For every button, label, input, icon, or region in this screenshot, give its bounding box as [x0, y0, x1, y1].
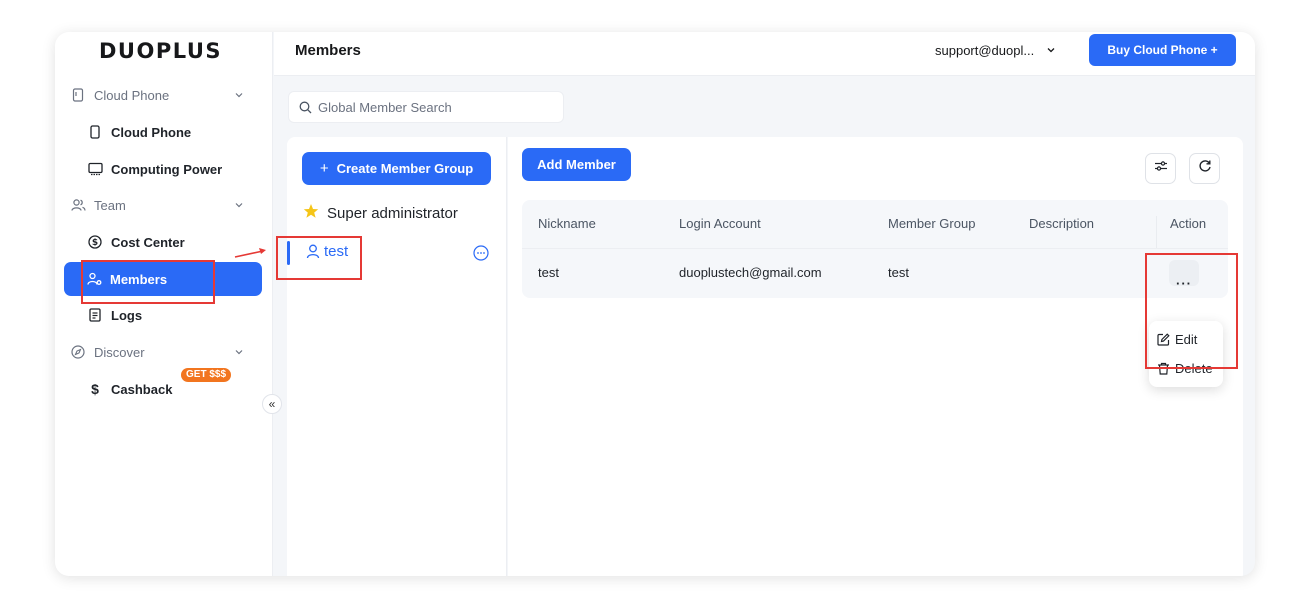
chevron-down-icon: [234, 88, 244, 103]
star-icon: [303, 203, 319, 223]
plus-icon: +: [319, 160, 329, 177]
account-dropdown[interactable]: support@duopl...: [935, 43, 1056, 58]
team-icon: [70, 197, 86, 213]
annotation-box-members: [81, 260, 215, 304]
chevron-down-icon: [234, 198, 244, 213]
member-group-panel: + Create Member Group Super administrato…: [287, 137, 507, 576]
compass-icon: [70, 344, 86, 360]
chevron-down-icon: [234, 345, 244, 360]
create-member-group-button[interactable]: + Create Member Group: [302, 152, 491, 185]
monitor-icon: [87, 161, 103, 177]
group-more-icon[interactable]: [473, 245, 489, 265]
members-panel: Add Member Nickname Login Account Member…: [508, 137, 1243, 576]
chevron-down-icon: [1046, 43, 1056, 58]
buy-cloud-phone-button[interactable]: Buy Cloud Phone +: [1089, 34, 1236, 66]
sidebar-item-computing-power[interactable]: Computing Power: [65, 152, 262, 186]
column-header-login-account: Login Account: [679, 216, 761, 231]
phone-icon: [87, 124, 103, 140]
search-icon: [299, 101, 312, 114]
app-window: DUOPLUS Cloud Phone Cloud Phone Computin…: [55, 32, 1255, 576]
sliders-icon: [1154, 159, 1168, 178]
column-header-member-group: Member Group: [888, 216, 976, 231]
add-member-button[interactable]: Add Member: [522, 148, 631, 181]
search-placeholder: Global Member Search: [318, 99, 452, 115]
column-settings-button[interactable]: [1145, 153, 1176, 184]
table-row: test duoplustech@gmail.com test ···: [522, 248, 1228, 298]
annotation-box-actions: [1145, 253, 1238, 369]
sidebar-group-cloud-phone[interactable]: Cloud Phone: [65, 78, 262, 112]
annotation-box-test-group: [276, 236, 362, 280]
annotation-arrow-icon: [234, 248, 266, 258]
phone-frame-icon: [70, 87, 86, 103]
cell-login-account: duoplustech@gmail.com: [679, 265, 822, 280]
column-header-action: Action: [1170, 216, 1207, 231]
double-chevron-left-icon: «: [268, 397, 276, 411]
sidebar-item-cloud-phone[interactable]: Cloud Phone: [65, 115, 262, 149]
duoplus-logo[interactable]: DUOPLUS: [99, 39, 222, 63]
svg-text:$: $: [92, 238, 98, 248]
global-member-search-input[interactable]: Global Member Search: [288, 91, 564, 123]
column-header-description: Description: [1029, 216, 1095, 231]
sidebar: DUOPLUS Cloud Phone Cloud Phone Computin…: [55, 32, 282, 576]
get-money-badge: GET $$$: [181, 368, 232, 382]
sidebar-item-cashback[interactable]: $ Cashback GET $$$: [65, 368, 262, 406]
top-header: Members support@duopl... Buy Cloud Phone…: [274, 32, 1255, 76]
cell-member-group: test: [888, 265, 909, 280]
dollar-circle-icon: $: [87, 234, 103, 250]
column-header-nickname: Nickname: [538, 216, 596, 231]
sidebar-group-discover[interactable]: Discover: [65, 335, 262, 369]
dollar-icon: $: [91, 381, 99, 397]
group-item-super-administrator[interactable]: Super administrator: [303, 203, 458, 223]
page-title: Members: [295, 42, 361, 59]
members-table: Nickname Login Account Member Group Desc…: [522, 200, 1228, 298]
refresh-icon: [1198, 159, 1212, 178]
account-email: support@duopl...: [935, 43, 1035, 58]
cell-nickname: test: [538, 265, 559, 280]
document-icon: [87, 307, 103, 323]
table-header: Nickname Login Account Member Group Desc…: [522, 200, 1228, 264]
sidebar-group-team[interactable]: Team: [65, 188, 262, 222]
refresh-button[interactable]: [1189, 153, 1220, 184]
collapse-sidebar-button[interactable]: «: [262, 394, 282, 414]
